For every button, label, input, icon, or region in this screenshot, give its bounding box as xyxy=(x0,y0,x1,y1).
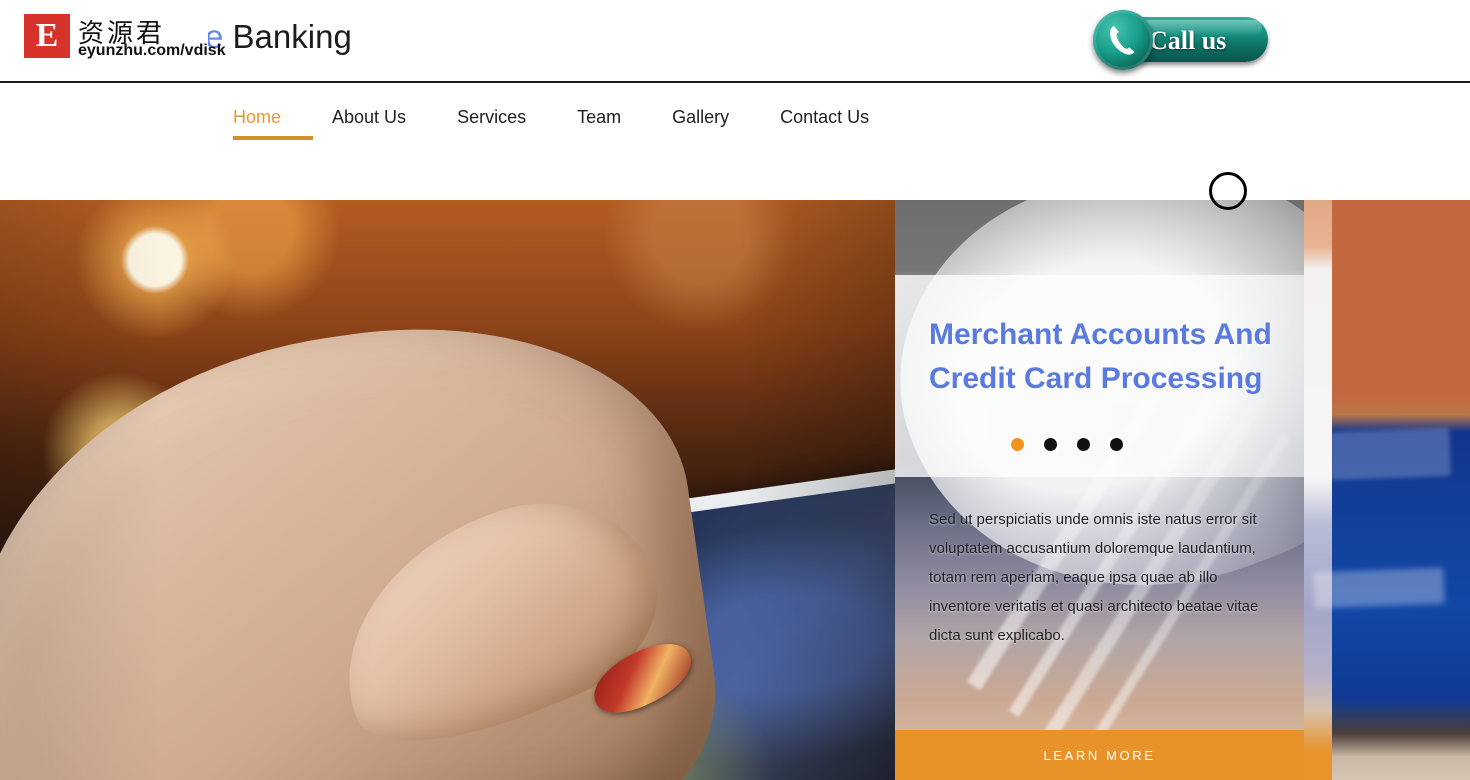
hero-background-band xyxy=(1304,200,1332,780)
slider-dot-2[interactable] xyxy=(1042,436,1059,453)
main-navigation: Home About Us Services Team Gallery Cont… xyxy=(0,83,1470,200)
slide-title: Merchant Accounts And Credit Card Proces… xyxy=(929,318,1272,395)
cursor-ring-indicator xyxy=(1209,172,1247,210)
slider-dot-4[interactable] xyxy=(1108,436,1125,453)
nav-item-team[interactable]: Team xyxy=(577,107,621,148)
slide-caption-panel: Merchant Accounts And Credit Card Proces… xyxy=(895,200,1304,780)
watermark-url: eyunzhu.com/vdisk xyxy=(78,42,226,59)
nav-item-services[interactable]: Services xyxy=(457,107,526,148)
slider-dot-1[interactable] xyxy=(1009,436,1026,453)
nav-item-home[interactable]: Home xyxy=(233,107,314,148)
nav-item-contact-us[interactable]: Contact Us xyxy=(780,107,869,148)
nav-list: Home About Us Services Team Gallery Cont… xyxy=(233,107,869,148)
site-header: line Banking E 资源君 eyunzhu.com/vdisk Cal… xyxy=(0,0,1470,83)
hero-slider: Super ernet eCommerce Market eShop xyxy=(0,200,1470,780)
nav-item-about-us[interactable]: About Us xyxy=(332,107,406,148)
hero-background-right xyxy=(1304,200,1470,780)
hero-photo: Super ernet eCommerce Market eShop xyxy=(0,200,900,780)
watermark-letter-box: E xyxy=(24,14,70,58)
slider-pagination xyxy=(1009,436,1125,453)
learn-more-label: LEARN MORE xyxy=(1043,747,1156,763)
slide-body-text: Sed ut perspiciatis unde omnis iste natu… xyxy=(929,511,1259,644)
watermark-letter: E xyxy=(35,17,59,54)
nav-item-gallery[interactable]: Gallery xyxy=(672,107,729,148)
phone-icon xyxy=(1093,10,1153,70)
call-us-button[interactable]: Call us xyxy=(1093,10,1268,70)
call-us-label: Call us xyxy=(1149,26,1227,55)
slider-dot-3[interactable] xyxy=(1075,436,1092,453)
learn-more-button[interactable]: LEARN MORE xyxy=(895,730,1304,780)
watermark-logo: E 资源君 eyunzhu.com/vdisk xyxy=(24,14,226,64)
site-title-part2: Banking xyxy=(223,18,352,55)
